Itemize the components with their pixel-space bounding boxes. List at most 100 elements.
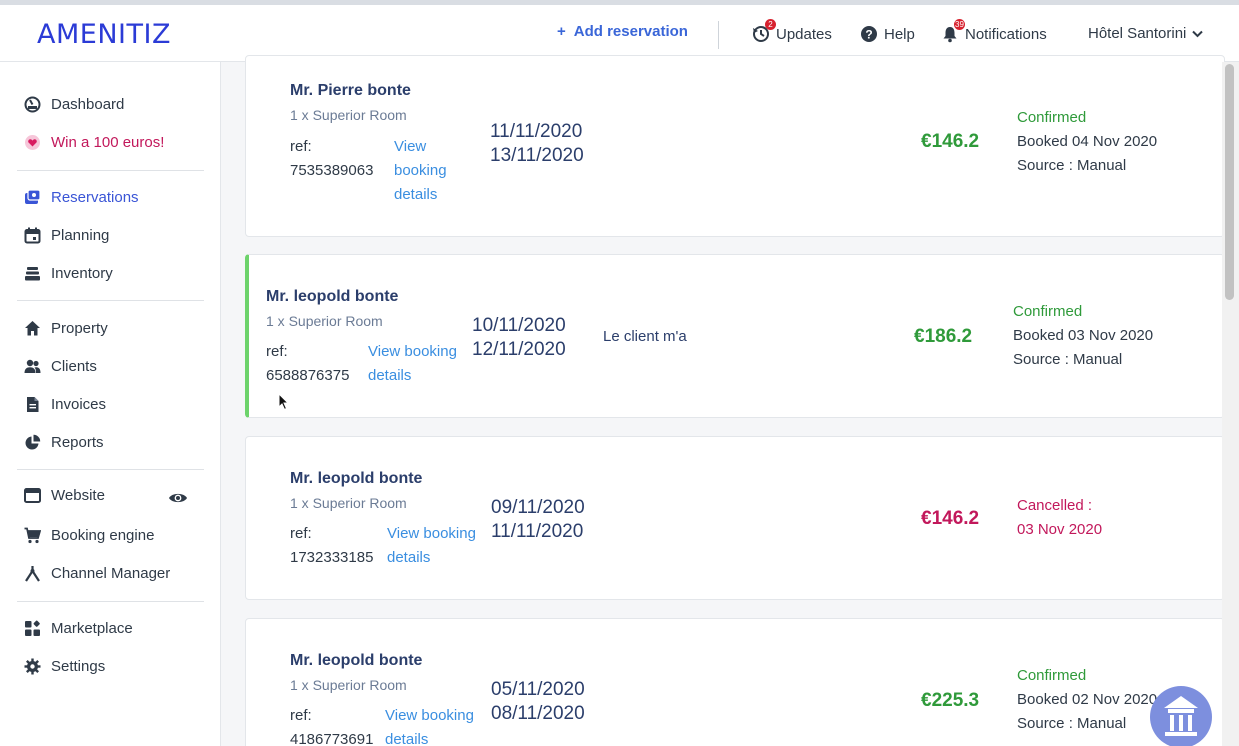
room-type: 1 x Superior Room [290,495,407,511]
link-text: details [385,731,429,746]
ref-number: 6588876375 [266,367,350,384]
room-type: 1 x Superior Room [266,313,383,329]
sidebar-divider [17,469,204,470]
view-booking-details-link[interactable]: View booking details [368,340,457,388]
guest-name[interactable]: Mr. Pierre bonte [290,82,411,100]
sidebar-item-inventory[interactable]: Inventory [24,262,113,284]
link-text: View [394,138,427,155]
help-label: Help [884,25,915,43]
notifications-label: Notifications [965,25,1047,43]
guest-name[interactable]: Mr. leopold bonte [266,288,398,306]
ref-label: ref: [290,707,312,724]
reservation-card[interactable]: Mr. leopold bonte 1 x Superior Room ref:… [245,254,1225,418]
help-button[interactable]: ? Help [860,25,915,43]
updates-button[interactable]: 2 Updates [752,19,832,43]
sidebar-item-reports[interactable]: Reports [24,431,104,453]
view-booking-details-link[interactable]: View booking details [385,704,474,746]
add-reservation-button[interactable]: + Add reservation [557,23,688,40]
booked-date: Booked 03 Nov 2020 [1013,327,1154,344]
sidebar-item-website[interactable]: Website [24,484,105,506]
sidebar-item-clients[interactable]: Clients [24,355,97,377]
sidebar-item-dashboard[interactable]: Dashboard [24,93,124,115]
view-booking-details-link[interactable]: View booking details [387,522,476,570]
hotel-name: Hôtel Santorini [1088,25,1187,42]
date-to: 12/11/2020 [472,339,566,360]
cart-icon [24,527,41,544]
sidebar-item-booking-engine[interactable]: Booking engine [24,524,154,546]
sidebar-item-label: Settings [51,657,106,675]
reservation-card[interactable]: Mr. leopold bonte 1 x Superior Room ref:… [245,436,1225,600]
ref-number: 4186773691 [290,731,374,746]
link-text: details [368,367,412,384]
pie-chart-icon [24,434,41,451]
room-type: 1 x Superior Room [290,677,407,693]
ref-label: ref: [266,343,288,360]
question-circle-icon: ? [860,25,878,43]
status-badge: Confirmed [1017,667,1087,684]
mouse-cursor-icon [278,392,290,411]
sidebar-item-label: Clients [51,357,97,375]
sidebar-divider [17,300,204,301]
sidebar-item-win-100-euros[interactable]: Win a 100 euros! [24,131,164,153]
guest-name[interactable]: Mr. leopold bonte [290,652,422,670]
sidebar-item-property[interactable]: Property [24,317,108,339]
status-block: Confirmed Booked 04 Nov 2020 Source : Ma… [1017,106,1157,178]
hotel-selector[interactable]: Hôtel Santorini [1088,25,1204,42]
sidebar-item-label: Planning [51,226,110,244]
date-from: 11/11/2020 [490,121,583,142]
status-badge: Cancelled : [1017,497,1093,514]
sidebar-item-label: Booking engine [51,526,155,544]
guest-name[interactable]: Mr. leopold bonte [290,470,422,488]
sidebar-item-label: Inventory [51,264,113,282]
booked-date: Booked 04 Nov 2020 [1017,133,1158,150]
notifications-badge: 39 [954,19,965,30]
inventory-icon [24,265,41,282]
price: €186.2 [914,326,973,347]
status-badge: Confirmed [1017,109,1087,126]
view-booking-details-link[interactable]: View booking details [394,135,447,207]
stay-dates: 10/11/2020 12/11/2020 [472,314,566,362]
chat-widget-button[interactable] [1150,686,1212,746]
scrollbar-thumb[interactable] [1225,64,1234,300]
history-icon: 2 [752,19,776,43]
booking-source: Source : Manual [1017,157,1127,174]
date-from: 05/11/2020 [491,679,585,700]
booked-date: Booked 02 Nov 2020 [1017,691,1158,708]
booking-ref: ref: 4186773691 [290,704,373,746]
booking-ref: ref: 6588876375 [266,340,349,388]
reservation-card[interactable]: Mr. Pierre bonte 1 x Superior Room ref: … [245,55,1225,237]
sidebar-item-marketplace[interactable]: Marketplace [24,617,133,639]
client-note: Le client m'a [603,328,687,345]
updates-label: Updates [776,25,832,43]
notifications-button[interactable]: 39 Notifications [941,19,1047,43]
top-bar: AMENITIZ + Add reservation 2 Updates ? He… [0,5,1239,62]
apps-icon [24,620,41,637]
reservation-card[interactable]: Mr. leopold bonte 1 x Superior Room ref:… [245,618,1225,746]
cancelled-date: 03 Nov 2020 [1017,521,1103,538]
status-block: Cancelled : 03 Nov 2020 [1017,494,1102,542]
gear-icon [24,658,41,675]
date-from: 10/11/2020 [472,315,566,336]
sidebar-item-reservations[interactable]: Reservations [24,186,139,208]
link-text: booking [394,162,447,179]
amenitiz-logo[interactable]: AMENITIZ [37,19,171,50]
chevron-down-icon [1192,25,1204,42]
date-to: 08/11/2020 [491,703,585,724]
sidebar-item-settings[interactable]: Settings [24,655,105,677]
link-text: View booking [385,707,474,724]
link-text: View booking [368,343,457,360]
sidebar-item-channel-manager[interactable]: Channel Manager [24,562,170,584]
status-block: Confirmed Booked 03 Nov 2020 Source : Ma… [1013,300,1153,372]
ref-label: ref: [290,138,312,155]
sidebar-item-label: Property [51,319,108,337]
home-icon [24,320,41,337]
link-text: details [387,549,431,566]
date-from: 09/11/2020 [491,497,585,518]
calendar-icon [24,227,41,244]
sidebar-item-invoices[interactable]: Invoices [24,393,106,415]
sidebar-item-label: Marketplace [51,619,133,637]
sidebar-item-planning[interactable]: Planning [24,224,109,246]
sidebar-item-label: Website [51,486,105,504]
stay-dates: 09/11/2020 11/11/2020 [491,496,585,544]
eye-icon[interactable] [168,490,188,506]
